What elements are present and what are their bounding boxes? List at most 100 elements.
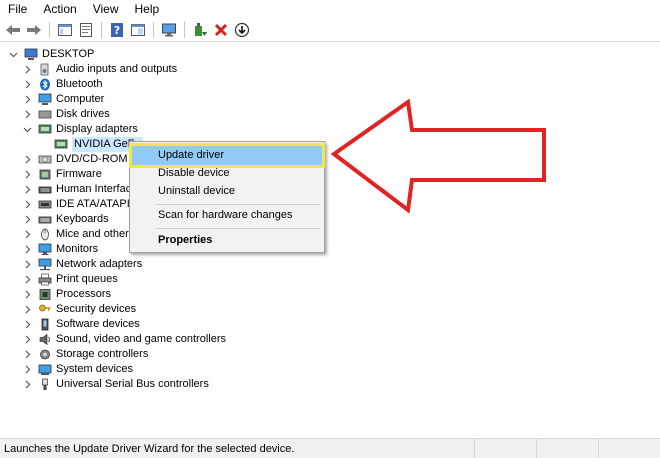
tree-item-mice[interactable]: Mice and other p bbox=[22, 227, 138, 242]
forward-arrow-icon[interactable] bbox=[25, 21, 43, 39]
back-arrow-icon[interactable] bbox=[4, 21, 22, 39]
menu-file[interactable]: File bbox=[8, 0, 27, 18]
svg-text:?: ? bbox=[114, 24, 120, 37]
chevron-right-icon[interactable] bbox=[22, 347, 32, 362]
status-cell bbox=[474, 438, 536, 458]
chevron-right-icon[interactable] bbox=[22, 167, 32, 182]
disable-device-menu-item[interactable]: Disable device bbox=[132, 164, 322, 183]
tree-item-network-adapters[interactable]: Network adapters bbox=[22, 257, 142, 272]
toolbar-separator bbox=[184, 22, 185, 38]
chevron-right-icon[interactable] bbox=[22, 77, 32, 92]
chevron-right-icon[interactable] bbox=[22, 287, 32, 302]
properties-menu-item[interactable]: Properties bbox=[132, 231, 322, 250]
chevron-right-icon[interactable] bbox=[22, 362, 32, 377]
system-device-icon bbox=[38, 363, 52, 376]
tree-item-system-devices[interactable]: System devices bbox=[22, 362, 133, 377]
status-text: Launches the Update Driver Wizard for th… bbox=[4, 442, 295, 455]
security-key-icon bbox=[38, 303, 52, 316]
dvd-drive-icon bbox=[38, 153, 52, 166]
menu-separator bbox=[156, 204, 320, 205]
chevron-right-icon[interactable] bbox=[22, 272, 32, 287]
tree-item-label: Print queues bbox=[56, 273, 118, 285]
status-bar: Launches the Update Driver Wizard for th… bbox=[0, 438, 660, 458]
tree-item-label: Security devices bbox=[56, 303, 137, 315]
help-icon[interactable]: ? bbox=[108, 21, 126, 39]
tree-root[interactable]: DESKTOP bbox=[8, 47, 94, 62]
tree-item-label: DVD/CD-ROM d bbox=[56, 153, 137, 165]
scan-hardware-menu-item[interactable]: Scan for hardware changes bbox=[132, 206, 322, 225]
chevron-right-icon[interactable] bbox=[22, 62, 32, 77]
gpu-icon bbox=[54, 138, 68, 151]
computer-icon bbox=[38, 93, 52, 106]
tree-item-audio[interactable]: Audio inputs and outputs bbox=[22, 62, 177, 77]
menu-view[interactable]: View bbox=[93, 0, 119, 18]
network-icon bbox=[38, 258, 52, 271]
tree-item-label: Bluetooth bbox=[56, 78, 103, 90]
tree-item-dvd[interactable]: DVD/CD-ROM d bbox=[22, 152, 137, 167]
chevron-right-icon[interactable] bbox=[22, 152, 32, 167]
tree-item-bluetooth[interactable]: Bluetooth bbox=[22, 77, 102, 92]
tree-root-label: DESKTOP bbox=[42, 48, 95, 60]
tree-item-software-devices[interactable]: Software devices bbox=[22, 317, 140, 332]
properties-icon[interactable] bbox=[77, 21, 95, 39]
chevron-right-icon[interactable] bbox=[22, 197, 32, 212]
storage-controller-icon bbox=[38, 348, 52, 361]
tree-item-display-adapters[interactable]: Display adapters bbox=[22, 122, 138, 137]
uninstall-device-menu-item[interactable]: Uninstall device bbox=[132, 182, 322, 201]
tree-item-label: Monitors bbox=[56, 243, 99, 255]
tree-item-label: Sound, video and game controllers bbox=[56, 333, 226, 345]
tree-item-label: Universal Serial Bus controllers bbox=[56, 378, 209, 390]
status-cell bbox=[598, 438, 660, 458]
tree-item-firmware[interactable]: Firmware bbox=[22, 167, 102, 182]
tree-item-computer[interactable]: Computer bbox=[22, 92, 104, 107]
printer-icon bbox=[38, 273, 52, 286]
status-cell bbox=[536, 438, 598, 458]
tree-item-label: Computer bbox=[56, 93, 105, 105]
tree-item-label: Storage controllers bbox=[56, 348, 149, 360]
tree-item-disk-drives[interactable]: Disk drives bbox=[22, 107, 110, 122]
processor-icon bbox=[38, 288, 52, 301]
download-icon[interactable] bbox=[233, 21, 251, 39]
chevron-right-icon[interactable] bbox=[22, 332, 32, 347]
tree-item-label: Disk drives bbox=[56, 108, 110, 120]
menu-help[interactable]: Help bbox=[135, 0, 160, 18]
tree-item-sound-video[interactable]: Sound, video and game controllers bbox=[22, 332, 226, 347]
chevron-right-icon[interactable] bbox=[22, 107, 32, 122]
tree-item-storage-controllers[interactable]: Storage controllers bbox=[22, 347, 148, 362]
ide-controller-icon bbox=[38, 198, 52, 211]
chevron-right-icon[interactable] bbox=[22, 227, 32, 242]
menu-action[interactable]: Action bbox=[43, 0, 76, 18]
tree-item-human-interface[interactable]: Human Interface bbox=[22, 182, 137, 197]
console-view-icon[interactable] bbox=[129, 21, 147, 39]
tree-item-security-devices[interactable]: Security devices bbox=[22, 302, 136, 317]
chevron-right-icon[interactable] bbox=[22, 317, 32, 332]
chevron-right-icon[interactable] bbox=[22, 302, 32, 317]
update-driver-menu-item[interactable]: Update driver bbox=[129, 143, 325, 168]
tree-item-label: Mice and other p bbox=[56, 228, 138, 240]
uninstall-icon[interactable] bbox=[212, 21, 230, 39]
chevron-down-icon[interactable] bbox=[8, 47, 18, 62]
chevron-down-icon[interactable] bbox=[22, 122, 32, 137]
monitor-icon[interactable] bbox=[160, 21, 178, 39]
tree-item-keyboards[interactable]: Keyboards bbox=[22, 212, 109, 227]
chevron-right-icon[interactable] bbox=[22, 242, 32, 257]
chevron-right-icon[interactable] bbox=[22, 257, 32, 272]
monitor-icon bbox=[38, 243, 52, 256]
tree-item-ide[interactable]: IDE ATA/ATAPI c bbox=[22, 197, 138, 212]
show-hide-console-tree-icon[interactable] bbox=[56, 21, 74, 39]
tree-item-label: Human Interface bbox=[56, 183, 138, 195]
tree-item-processors[interactable]: Processors bbox=[22, 287, 111, 302]
tree-item-usb-controllers[interactable]: Universal Serial Bus controllers bbox=[22, 377, 209, 392]
tree-item-label: IDE ATA/ATAPI c bbox=[56, 198, 139, 210]
update-driver-icon[interactable] bbox=[191, 21, 209, 39]
chevron-right-icon[interactable] bbox=[22, 212, 32, 227]
tree-item-label: System devices bbox=[56, 363, 134, 375]
tree-item-print-queues[interactable]: Print queues bbox=[22, 272, 118, 287]
speaker-icon bbox=[38, 63, 52, 76]
display-adapter-icon bbox=[38, 123, 52, 136]
tree-item-monitors[interactable]: Monitors bbox=[22, 242, 98, 257]
keyboard-icon bbox=[38, 183, 52, 196]
chevron-right-icon[interactable] bbox=[22, 182, 32, 197]
chevron-right-icon[interactable] bbox=[22, 377, 32, 392]
chevron-right-icon[interactable] bbox=[22, 92, 32, 107]
